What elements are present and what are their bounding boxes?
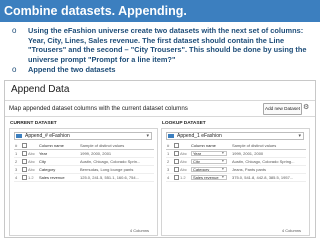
type-icon: Abc <box>180 167 187 172</box>
row-index: 1 <box>167 151 170 156</box>
table-row[interactable]: 3 Abc Category ▾ Jeans, Pants pants <box>166 166 306 174</box>
sample-values: 375.0, 541.8, 442.8, 385.5, 1957... <box>232 175 294 180</box>
header-sample: Sample of distinct values <box>80 143 125 148</box>
lookup-dataset-name: Append_1 eFashion <box>177 133 222 139</box>
type-icon: Abc <box>28 167 35 172</box>
row-index: 4 <box>15 175 18 180</box>
gear-icon[interactable]: ⚙ <box>303 103 309 111</box>
table-header: # Column name Sample of distinct values <box>166 142 306 150</box>
bullet-text: Using the eFashion universe create two d… <box>28 26 307 64</box>
chevron-down-icon: ▾ <box>146 133 149 139</box>
header-column-name: Column name <box>39 143 64 148</box>
table-row[interactable]: 3 Abc Category Bermudas, Long lounge pan… <box>14 166 154 174</box>
add-new-dataset-button[interactable]: Add new Dataset <box>263 103 302 115</box>
column-count: 4 Columns <box>281 228 301 233</box>
bullet-item: o Append the two datasets <box>6 65 316 75</box>
header-sample: Sample of distinct values <box>232 143 277 148</box>
dialog-subheader: Map appended dataset columns with the cu… <box>5 102 315 117</box>
column-name: Category <box>39 167 56 172</box>
current-dataset-select[interactable]: Append_# eFashion ▾ <box>14 132 152 140</box>
header-column-name: Column name <box>191 143 216 148</box>
table-row[interactable]: 2 Abc City Austin, Chicago, Colorado Spr… <box>14 158 154 166</box>
header-checkbox[interactable] <box>174 142 180 149</box>
table-row[interactable]: 4 1.2 Sales revenue ▾ 375.0, 541.8, 442.… <box>166 174 306 182</box>
row-index: 4 <box>167 175 170 180</box>
header-index: # <box>167 143 170 148</box>
header-index: # <box>15 143 18 148</box>
chevron-down-icon: ▾ <box>222 159 224 163</box>
type-icon: Abc <box>28 151 35 156</box>
sample-values: 1999, 2000, 2001 <box>80 151 112 156</box>
dataset-icon <box>16 134 22 138</box>
dataset-icon <box>168 134 174 138</box>
type-icon: Abc <box>28 159 35 164</box>
chevron-down-icon: ▾ <box>222 167 224 171</box>
column-count: 4 Columns <box>129 228 149 233</box>
row-index: 3 <box>15 167 18 172</box>
dialog-title: Append Data <box>11 84 70 95</box>
lookup-dataset-panel: Append_1 eFashion ▾ # Column name Sample… <box>161 128 310 236</box>
sample-values: 1999, 2001, 2000 <box>232 151 264 156</box>
table-row[interactable]: 4 1.2 Sales revenue 125.0, 241.5, 551.1,… <box>14 174 154 182</box>
bullet-mark: o <box>12 65 17 75</box>
divider <box>5 100 315 101</box>
bullet-item: o Using the eFashion universe create two… <box>6 26 316 64</box>
lookup-dataset-caption: LOOKUP DATASET <box>162 121 206 126</box>
column-name: City <box>39 159 46 164</box>
type-icon: Abc <box>180 159 187 164</box>
current-dataset-caption: CURRENT DATASET <box>10 121 57 126</box>
table-header: # Column name Sample of distinct values <box>14 142 154 150</box>
dialog-subtitle: Map appended dataset columns with the cu… <box>9 105 188 112</box>
sample-values: Austin, Chicago, Colorado Spring... <box>232 159 295 164</box>
current-dataset-panel: Append_# eFashion ▾ # Column name Sample… <box>9 128 158 236</box>
column-name: Year <box>39 151 48 156</box>
bullet-list: o Using the eFashion universe create two… <box>6 26 316 76</box>
lookup-dataset-select[interactable]: Append_1 eFashion ▾ <box>166 132 304 140</box>
chevron-down-icon: ▾ <box>222 175 224 179</box>
sample-values: Austin, Chicago, Colorado Sprin... <box>80 159 141 164</box>
row-index: 3 <box>167 167 170 172</box>
append-data-dialog: Append Data Map appended dataset columns… <box>4 80 316 238</box>
sample-values: 125.0, 241.5, 551.1, 160.6, 754... <box>80 175 139 180</box>
row-index: 1 <box>15 151 18 156</box>
column-name: Sales revenue <box>39 175 65 180</box>
sample-values: Jeans, Pants pants <box>232 167 267 172</box>
chevron-down-icon: ▾ <box>222 151 224 155</box>
type-icon: 1.2 <box>180 175 186 180</box>
header-checkbox[interactable] <box>22 142 28 149</box>
table-row[interactable]: 2 Abc City ▾ Austin, Chicago, Colorado S… <box>166 158 306 166</box>
bullet-mark: o <box>12 26 17 35</box>
current-columns-table: # Column name Sample of distinct values … <box>14 142 154 182</box>
row-index: 2 <box>15 159 18 164</box>
bullet-text: Append the two datasets <box>28 65 116 75</box>
type-icon: Abc <box>180 151 187 156</box>
table-row[interactable]: 1 Abc Year 1999, 2000, 2001 <box>14 150 154 158</box>
lookup-columns-table: # Column name Sample of distinct values … <box>166 142 306 182</box>
chevron-down-icon: ▾ <box>298 133 301 139</box>
slide-title: Combine datasets. Appending. <box>0 0 320 22</box>
table-row[interactable]: 1 Abc Year ▾ 1999, 2001, 2000 <box>166 150 306 158</box>
row-index: 2 <box>167 159 170 164</box>
sample-values: Bermudas, Long lounge pants <box>80 167 134 172</box>
type-icon: 1.2 <box>28 175 34 180</box>
current-dataset-name: Append_# eFashion <box>25 133 70 139</box>
